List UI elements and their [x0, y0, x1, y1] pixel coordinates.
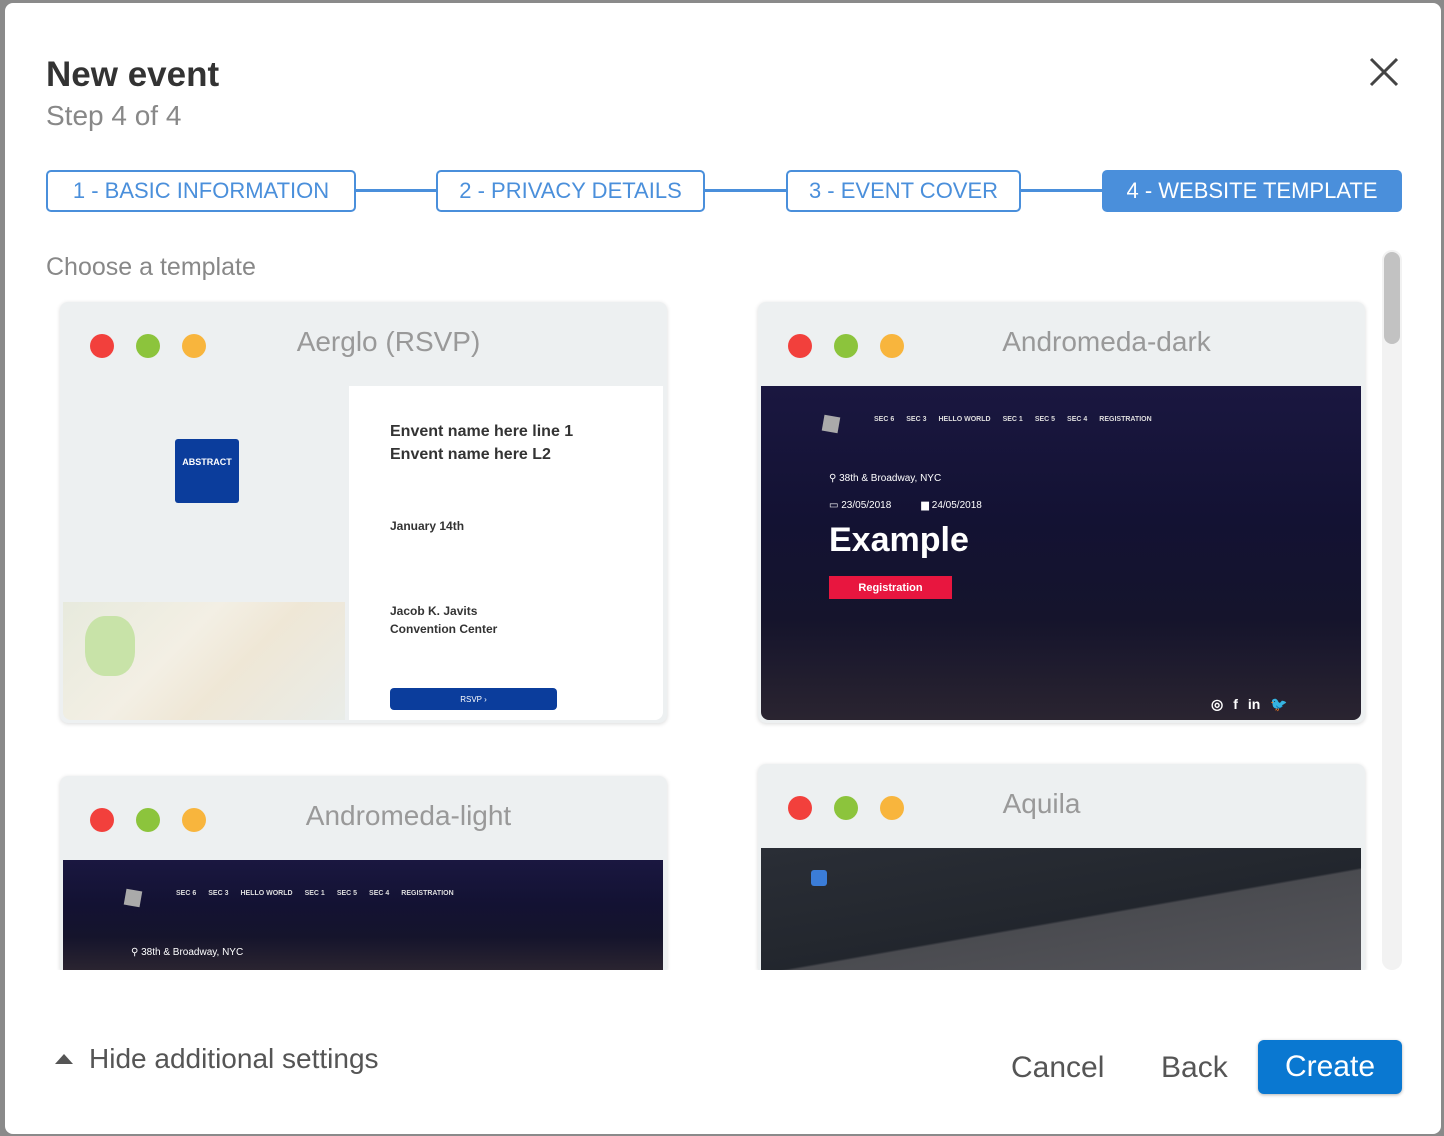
- calendar-icon: ▭: [829, 500, 842, 511]
- template-scrollbar[interactable]: [1382, 250, 1402, 970]
- preview-nav-item: SEC 3: [906, 416, 927, 423]
- preview-nav-item: REGISTRATION: [1099, 416, 1152, 423]
- caret-up-icon: [55, 1054, 73, 1064]
- template-preview: SEC 6 SEC 3 HELLO WORLD SEC 1 SEC 5 SEC …: [761, 386, 1361, 720]
- step-event-cover[interactable]: 3 - EVENT COVER: [786, 170, 1021, 212]
- calendar-icon: ▆: [921, 500, 932, 511]
- facebook-icon: f: [1233, 696, 1238, 712]
- scrollbar-thumb[interactable]: [1384, 252, 1400, 344]
- preview-title-line2: Envent name here L2: [390, 446, 551, 463]
- toggle-label: Hide additional settings: [89, 1043, 379, 1074]
- step-connector: [1021, 189, 1102, 192]
- template-name: Andromeda-light: [305, 800, 512, 831]
- preview-headline: Example: [829, 521, 969, 559]
- step-connector: [356, 189, 436, 192]
- template-preview: ABSTRACT Envent name here line 1 Envent …: [63, 386, 663, 720]
- template-preview: [761, 848, 1361, 970]
- preview-logo: [821, 414, 841, 434]
- preview-nav-item: SEC 5: [1034, 416, 1056, 423]
- section-label: Choose a template: [46, 253, 256, 281]
- preview-nav-item: SEC 4: [1067, 416, 1088, 423]
- preview-registration-button: Registration: [829, 576, 952, 599]
- preview-nav-item: SEC 5: [336, 890, 358, 897]
- preview-nav-item: SEC 6: [176, 890, 197, 897]
- preview-nav-item: HELLO WORLD: [240, 890, 293, 897]
- preview-nav-item: HELLO WORLD: [938, 416, 991, 423]
- template-name: Aerglo (RSVP): [296, 326, 481, 357]
- close-icon[interactable]: [1367, 55, 1401, 89]
- preview-logo: [123, 888, 143, 908]
- linkedin-icon: in: [1247, 696, 1261, 712]
- hide-additional-settings-toggle[interactable]: Hide additional settings: [55, 1043, 379, 1075]
- preview-venue-line2: Convention Center: [390, 622, 498, 636]
- template-name: Andromeda-dark: [1002, 326, 1211, 357]
- preview-location: 38th & Broadway, NYC: [141, 947, 244, 958]
- preview-rsvp-button: RSVP ›: [390, 688, 557, 710]
- map-pin-icon: ⚲: [131, 947, 142, 958]
- template-card-andromeda-dark[interactable]: Andromeda-dark SEC 6 SEC 3 HELLO WORLD S…: [758, 302, 1365, 723]
- step-basic-information[interactable]: 1 - BASIC INFORMATION: [46, 170, 356, 212]
- preview-title-line1: Envent name here line 1: [390, 423, 574, 440]
- template-card-andromeda-light[interactable]: Andromeda-light SEC 6 SEC 3 HELLO WORLD …: [60, 776, 667, 970]
- preview-location: 38th & Broadway, NYC: [839, 473, 942, 484]
- preview-nav-item: SEC 6: [874, 416, 895, 423]
- template-name: Aquila: [1002, 788, 1081, 819]
- new-event-dialog: New event Step 4 of 4 1 - BASIC INFORMAT…: [5, 3, 1441, 1134]
- step-website-template[interactable]: 4 - WEBSITE TEMPLATE: [1102, 170, 1402, 212]
- preview-nav-item: REGISTRATION: [401, 890, 454, 897]
- instagram-icon: ◎: [1211, 696, 1224, 712]
- map-pin-icon: ⚲: [829, 473, 840, 484]
- template-grid: Aerglo (RSVP) ABSTRACT Envent name here …: [5, 298, 1385, 970]
- preview-nav-item: SEC 1: [1002, 416, 1023, 423]
- preview-nav-item: SEC 1: [304, 890, 325, 897]
- preview-venue-line1: Jacob K. Javits: [390, 604, 478, 618]
- template-card-aerglo[interactable]: Aerglo (RSVP) ABSTRACT Envent name here …: [60, 302, 667, 723]
- template-preview: SEC 6 SEC 3 HELLO WORLD SEC 1 SEC 5 SEC …: [63, 860, 663, 970]
- create-button[interactable]: Create: [1258, 1040, 1402, 1094]
- step-privacy-details[interactable]: 2 - PRIVACY DETAILS: [436, 170, 705, 212]
- preview-start-date: 23/05/2018: [841, 500, 892, 511]
- preview-logo: [811, 870, 827, 886]
- dialog-title: New event: [46, 55, 220, 94]
- preview-nav-item: SEC 3: [208, 890, 229, 897]
- back-button[interactable]: Back: [1161, 1051, 1228, 1085]
- twitter-icon: 🐦: [1270, 696, 1288, 712]
- dialog-subtitle: Step 4 of 4: [46, 100, 182, 131]
- step-connector: [705, 189, 786, 192]
- cancel-button[interactable]: Cancel: [1011, 1051, 1104, 1085]
- preview-nav-item: SEC 4: [369, 890, 390, 897]
- preview-end-date: 24/05/2018: [931, 500, 982, 511]
- preview-logo: ABSTRACT: [175, 439, 239, 503]
- preview-map: [63, 602, 345, 720]
- preview-date: January 14th: [390, 519, 465, 533]
- template-card-aquila[interactable]: Aquila: [758, 764, 1365, 970]
